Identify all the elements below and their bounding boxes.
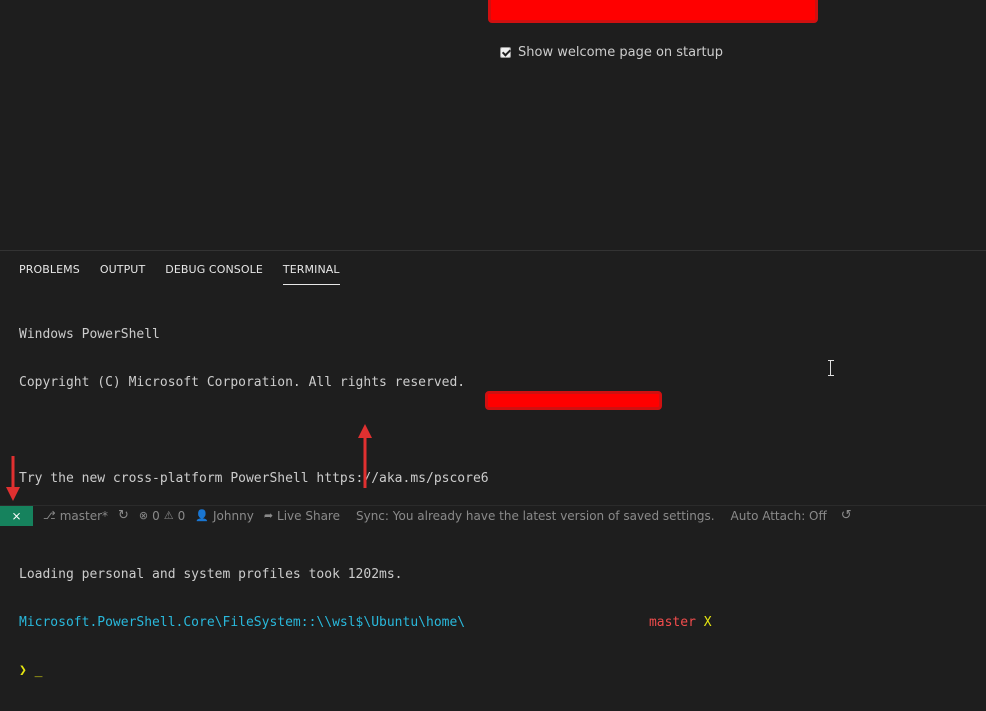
tab-terminal[interactable]: TERMINAL: [282, 263, 340, 285]
annotation-arrow-down-icon: [6, 456, 20, 501]
remote-indicator-button[interactable]: ⨯: [0, 505, 33, 526]
live-share-label: Live Share: [277, 508, 340, 523]
panel-tabs: PROBLEMS OUTPUT DEBUG CONSOLE TERMINAL: [19, 263, 360, 285]
user-status-item[interactable]: 👤 Johnny: [195, 509, 254, 523]
prompt-symbol: ❯: [19, 663, 27, 678]
prompt-path: Microsoft.PowerShell.Core\FileSystem::\\…: [19, 615, 466, 630]
terminal-cursor: _: [34, 663, 43, 678]
branch-label: master*: [59, 508, 109, 523]
auto-attach-label: Auto Attach: Off: [730, 508, 827, 523]
status-bar: ⨯ ⎇ master* ↻ ⊗ 0 ⚠ 0 👤 Johnny ➦ Live Sh…: [0, 505, 986, 526]
history-icon: ↺: [840, 508, 852, 523]
error-count: 0: [152, 508, 160, 523]
person-icon: 👤: [195, 509, 209, 522]
bottom-panel: PROBLEMS OUTPUT DEBUG CONSOLE TERMINAL W…: [0, 250, 986, 678]
terminal-prompt: Microsoft.PowerShell.Core\FileSystem::\\…: [19, 615, 712, 631]
terminal-line: Loading personal and system profiles too…: [19, 567, 403, 582]
editor-area: Show welcome page on startup: [0, 0, 986, 250]
live-share-icon: ➦: [263, 509, 274, 522]
prompt-branch: master: [648, 615, 696, 630]
sync-button[interactable]: ↻: [118, 508, 129, 523]
user-label: Johnny: [213, 508, 254, 523]
live-share-button[interactable]: ➦ Live Share: [264, 509, 340, 523]
git-branch-icon: ⎇: [43, 509, 56, 522]
terminal-input-line[interactable]: ❯ _: [19, 663, 712, 679]
terminal-line: Windows PowerShell: [19, 327, 160, 342]
remote-icon: ⨯: [11, 508, 22, 523]
terminal-output[interactable]: Windows PowerShell Copyright (C) Microso…: [19, 295, 712, 711]
sync-message-item[interactable]: Sync: You already have the latest versio…: [356, 509, 715, 523]
text-cursor-icon: [828, 360, 834, 376]
auto-attach-item[interactable]: Auto Attach: Off: [731, 509, 827, 523]
tab-debug-console[interactable]: DEBUG CONSOLE: [165, 263, 263, 285]
history-button[interactable]: ↺: [841, 508, 852, 523]
terminal-line: Copyright (C) Microsoft Corporation. All…: [19, 375, 466, 390]
sync-icon: ↻: [118, 508, 129, 523]
warning-icon: ⚠: [163, 509, 174, 522]
redacted-username-box: [485, 391, 662, 410]
prompt-status: X: [703, 615, 712, 630]
tab-problems[interactable]: PROBLEMS: [19, 263, 80, 285]
sync-message: Sync: You already have the latest versio…: [355, 508, 715, 523]
show-welcome-label: Show welcome page on startup: [518, 45, 724, 60]
problems-status-item[interactable]: ⊗ 0 ⚠ 0: [139, 509, 185, 523]
annotation-arrow-up-icon: [358, 424, 372, 488]
error-icon: ⊗: [138, 509, 149, 522]
warning-count: 0: [177, 508, 186, 523]
redacted-box-top: [488, 0, 818, 23]
branch-status-item[interactable]: ⎇ master*: [43, 509, 108, 523]
show-welcome-checkbox[interactable]: [500, 47, 511, 58]
show-welcome-checkbox-row[interactable]: Show welcome page on startup: [500, 45, 723, 60]
tab-output[interactable]: OUTPUT: [100, 263, 145, 285]
